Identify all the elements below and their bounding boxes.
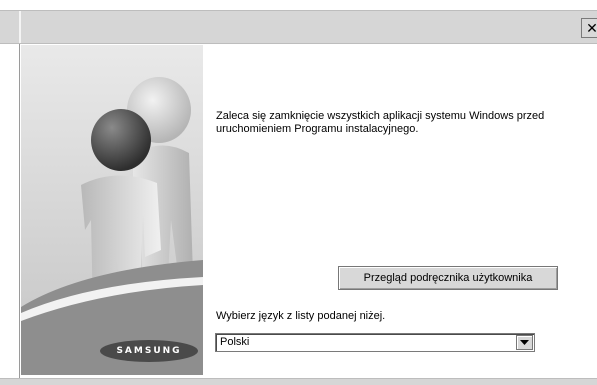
user-guide-button[interactable]: Przegląd podręcznika użytkownika (338, 266, 558, 290)
language-dropdown-button[interactable] (516, 335, 533, 350)
samsung-logo: SAMSUNG (100, 340, 198, 362)
bottom-edge (0, 378, 597, 385)
chevron-down-icon (520, 339, 529, 345)
installer-window: ✕ SAMSUNG Zaleca się zamknięcie wszystki… (0, 0, 597, 385)
language-select[interactable]: Polski (215, 333, 535, 352)
title-bar[interactable]: ✕ (0, 10, 597, 44)
title-bar-edge (19, 11, 21, 43)
message-line-2: uruchomieniem Programu instalacyjnego. (216, 123, 419, 135)
language-label: Wybierz język z listy podanej niżej. (216, 310, 386, 322)
close-button[interactable]: ✕ (581, 18, 597, 38)
user-guide-button-label: Przegląd podręcznika użytkownika (363, 272, 533, 284)
close-icon: ✕ (586, 19, 597, 36)
people-illustration (21, 45, 203, 375)
close-apps-message: Zaleca się zamknięcie wszystkich aplikac… (216, 110, 586, 136)
language-select-value: Polski (220, 336, 250, 348)
logo-text: SAMSUNG (116, 346, 182, 356)
side-illustration-panel (21, 45, 203, 375)
message-line-1: Zaleca się zamknięcie wszystkich aplikac… (216, 110, 545, 122)
